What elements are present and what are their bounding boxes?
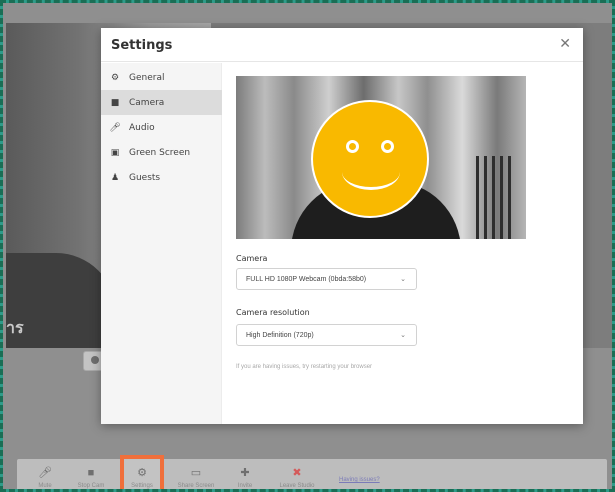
mute-button[interactable]: 🎤︎ Mute [31, 459, 59, 489]
sidebar-item-label: Green Screen [129, 147, 191, 158]
smiley-right-eye [381, 140, 394, 153]
smiley-mouth [342, 154, 400, 190]
settings-sidebar: ⚙ General ■ Camera 🎤︎ Audio ▣ Green Scre… [101, 63, 222, 424]
settings-modal: Settings ✕ ⚙ General ■ Camera 🎤︎ Audio ▣… [101, 28, 583, 424]
microphone-icon: 🎤︎ [38, 466, 52, 479]
settings-button[interactable]: ⚙ Settings [120, 455, 164, 489]
chevron-down-icon: ⌄ [400, 332, 406, 339]
camera-icon: ■ [110, 97, 120, 108]
having-issues-link[interactable]: Having issues? [339, 477, 380, 483]
bottom-toolbar: 🎤︎ Mute ■ Stop Cam ⚙ Settings ▭ Share Sc… [17, 455, 607, 489]
sidebar-item-general[interactable]: ⚙ General [101, 65, 222, 90]
gear-icon: ⚙ [110, 72, 120, 83]
gear-icon: ⚙ [137, 466, 147, 479]
stop-cam-button[interactable]: ■ Stop Cam [73, 459, 109, 489]
camera-select[interactable]: FULL HD 1080P Webcam (0bda:58b0) ⌄ [236, 268, 417, 290]
sidebar-item-green-screen[interactable]: ▣ Green Screen [101, 140, 222, 165]
green-screen-icon: ▣ [110, 147, 120, 158]
camera-resolution-label: Camera resolution [236, 308, 310, 317]
camera-label: Camera [236, 254, 268, 263]
camera-preview [236, 76, 526, 239]
chevron-down-icon: ⌄ [400, 276, 406, 283]
camera-select-value: FULL HD 1080P Webcam (0bda:58b0) [246, 275, 367, 283]
sidebar-item-label: General [129, 72, 165, 83]
sidebar-item-camera[interactable]: ■ Camera [101, 90, 222, 115]
sidebar-item-label: Audio [129, 122, 155, 133]
modal-title: Settings [111, 38, 173, 53]
smiley-left-eye [346, 140, 359, 153]
leave-studio-button[interactable]: ✖ Leave Studio [273, 459, 321, 489]
sidebar-item-label: Guests [129, 172, 161, 183]
camera-resolution-select[interactable]: High Definition (720p) ⌄ [236, 324, 417, 346]
troubleshoot-hint: If you are having issues, try restarting… [236, 364, 373, 370]
add-user-icon: ✚ [240, 466, 250, 479]
close-icon[interactable]: ✕ [559, 36, 571, 52]
background-chair [476, 156, 516, 239]
sidebar-item-audio[interactable]: 🎤︎ Audio [101, 115, 222, 140]
microphone-icon: 🎤︎ [109, 122, 121, 133]
camera-icon: ■ [87, 466, 95, 479]
smiley-face-icon [311, 100, 429, 218]
modal-header: Settings ✕ [101, 28, 583, 62]
sidebar-item-label: Camera [129, 97, 165, 108]
leave-icon: ✖ [292, 466, 302, 479]
share-screen-button[interactable]: ▭ Share Screen [175, 459, 217, 489]
camera-settings-panel: Camera FULL HD 1080P Webcam (0bda:58b0) … [222, 63, 583, 424]
invite-button[interactable]: ✚ Invite [231, 459, 259, 489]
participant-name: าร [6, 320, 24, 337]
person-icon: ♟ [110, 172, 120, 183]
camera-resolution-value: High Definition (720p) [246, 331, 314, 339]
sidebar-item-guests[interactable]: ♟ Guests [101, 165, 222, 190]
monitor-icon: ▭ [190, 466, 202, 479]
